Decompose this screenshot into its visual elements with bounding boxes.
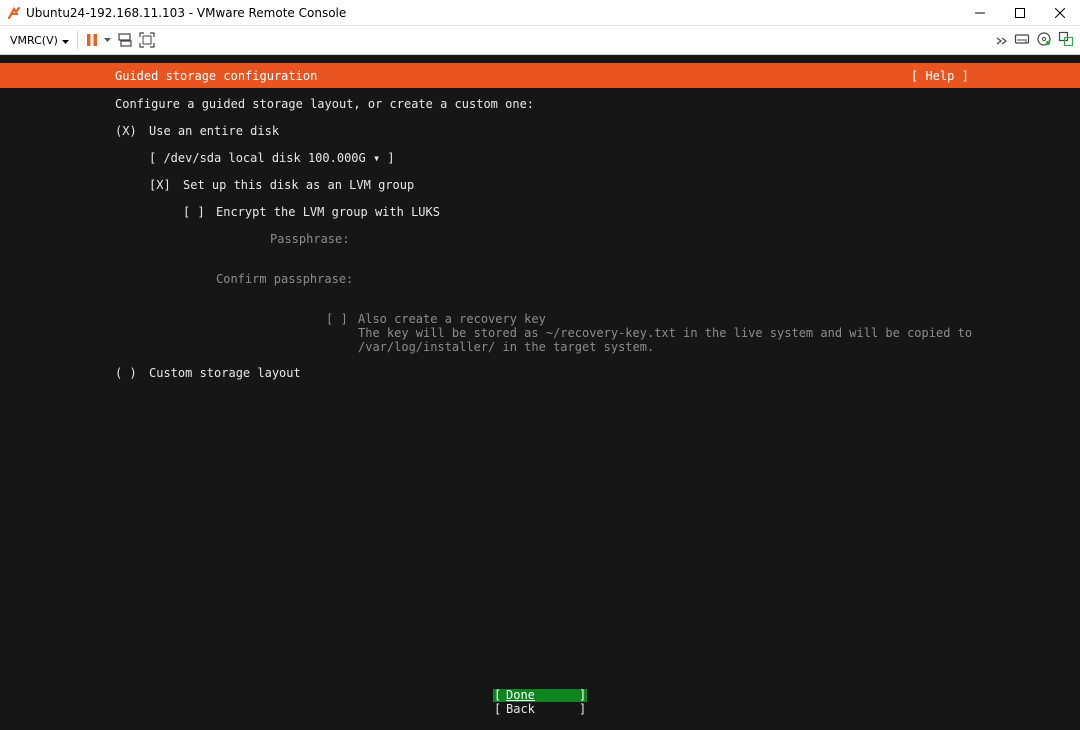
button-bracket: ] — [579, 702, 587, 716]
option-label: Use an entire disk — [149, 124, 280, 138]
checkbox-label: Also create a recovery key — [358, 312, 546, 326]
close-icon — [1055, 8, 1065, 18]
radio-marker: ( ) — [115, 366, 137, 380]
recovery-key-description: /var/log/installer/ in the target system… — [358, 340, 655, 354]
done-button[interactable]: [ Done ] — [493, 689, 587, 702]
window-title: Ubuntu24-192.168.11.103 - VMware Remote … — [26, 5, 347, 20]
cd-dvd-icon — [1037, 31, 1051, 46]
recovery-key-description: The key will be stored as ~/recovery-key… — [358, 326, 973, 340]
radio-marker: (X) — [115, 124, 137, 138]
page-title: Guided storage configuration — [115, 69, 318, 83]
back-label: Back — [506, 702, 535, 716]
help-button[interactable]: [ Help ] — [911, 69, 969, 83]
vmrc-menu-label: VMRC(V) — [10, 33, 58, 47]
removable-device-button[interactable] — [1014, 31, 1030, 50]
fullscreen-icon — [139, 32, 155, 48]
send-ctrl-alt-del-button[interactable] — [117, 32, 133, 48]
option-label: Custom storage layout — [149, 366, 301, 380]
unity-button[interactable] — [1058, 31, 1074, 51]
installer-header: Guided storage configuration [ Help ] — [0, 63, 1080, 88]
disk-select[interactable]: [ /dev/sda local disk 100.000G ▾ ] — [149, 151, 395, 165]
vm-console[interactable]: Guided storage configuration [ Help ] Co… — [0, 55, 1080, 730]
back-button[interactable]: [ Back ] — [493, 703, 587, 716]
button-bracket: ] — [579, 688, 587, 702]
more-button[interactable] — [996, 31, 1008, 50]
checkbox-marker: [ ] — [183, 205, 205, 219]
vmrc-menu-button[interactable]: VMRC(V) — [10, 34, 69, 47]
vmware-logo-icon — [7, 6, 21, 20]
vmrc-toolbar: VMRC(V) — [0, 26, 1080, 55]
dropdown-caret-icon — [103, 38, 111, 42]
cd-dvd-button[interactable] — [1036, 31, 1052, 51]
maximize-icon — [1015, 8, 1025, 18]
minimize-button[interactable] — [960, 0, 1000, 26]
more-icon — [996, 37, 1007, 45]
chevron-down-icon — [61, 34, 69, 47]
button-bracket: [ — [494, 688, 502, 702]
maximize-button[interactable] — [1000, 0, 1040, 26]
minimize-icon — [975, 12, 985, 14]
window-titlebar: Ubuntu24-192.168.11.103 - VMware Remote … — [0, 0, 1080, 26]
send-ctrl-alt-del-icon — [118, 33, 132, 47]
checkbox-marker: [X] — [149, 178, 171, 192]
checkbox-label: Encrypt the LVM group with LUKS — [216, 205, 440, 219]
fullscreen-button[interactable] — [139, 32, 155, 48]
passphrase-label: Passphrase: — [270, 232, 350, 246]
button-bracket: [ — [494, 702, 502, 716]
unity-icon — [1058, 31, 1074, 46]
pause-button[interactable] — [86, 33, 98, 47]
done-label: Done — [506, 688, 535, 702]
checkbox-label: Set up this disk as an LVM group — [183, 178, 415, 192]
intro-text: Configure a guided storage layout, or cr… — [115, 97, 535, 111]
confirm-passphrase-label: Confirm passphrase: — [216, 272, 354, 286]
checkbox-marker: [ ] — [326, 312, 348, 326]
toolbar-divider — [76, 31, 78, 49]
power-dropdown-button[interactable] — [103, 38, 111, 42]
pause-icon — [86, 34, 97, 46]
close-button[interactable] — [1040, 0, 1080, 26]
removable-device-icon — [1014, 34, 1030, 44]
